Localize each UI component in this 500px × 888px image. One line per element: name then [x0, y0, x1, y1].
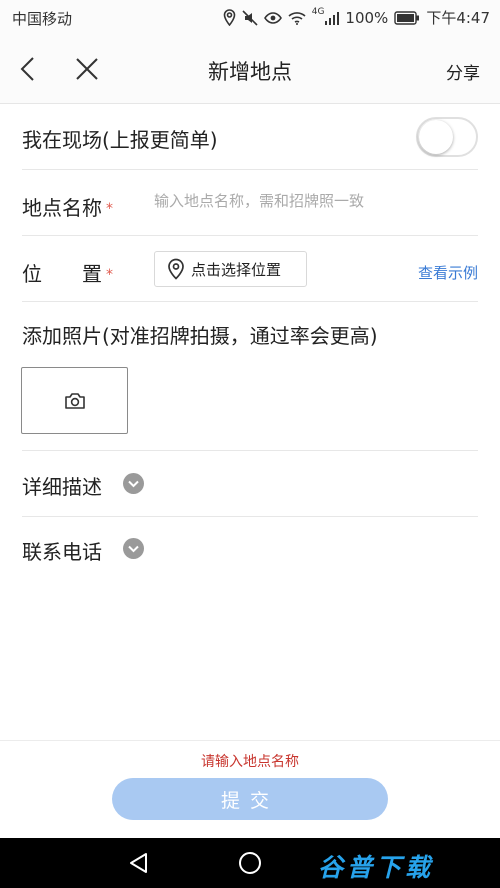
select-location-button[interactable]: 点击选择位置 [154, 251, 307, 287]
carrier-name: 中国移动 [12, 10, 73, 28]
close-icon[interactable] [72, 54, 102, 84]
place-name-label-text: 地点名称 [22, 196, 102, 220]
signal-icon [325, 11, 340, 25]
place-name-label: 地点名称 * [22, 192, 113, 221]
onsite-label: 我在现场(上报更简单) [22, 128, 218, 152]
location-row: 位 置 * 点击选择位置 查看示例 [0, 236, 500, 302]
add-photo-label: 添加照片(对准招牌拍摄，通过率会更高) [22, 324, 378, 348]
location-pin-icon [168, 258, 184, 280]
place-name-input[interactable] [154, 192, 474, 210]
mute-icon [242, 9, 258, 26]
chevron-down-icon[interactable] [123, 538, 144, 559]
toggle-knob [419, 120, 453, 154]
location-status-icon [223, 9, 236, 26]
details-label: 详细描述 [22, 475, 102, 499]
submit-button[interactable]: 提交 [112, 778, 388, 820]
phone-row[interactable]: 联系电话 [0, 516, 500, 582]
back-icon[interactable] [14, 54, 44, 84]
select-location-label: 点击选择位置 [191, 260, 282, 279]
clock: 下午4:47 [426, 9, 490, 27]
footer: 请输入地点名称 提交 [0, 740, 500, 838]
battery-percent: 100% [345, 8, 389, 27]
watermark-logo: 谷普下载 [318, 853, 435, 882]
battery-icon [394, 10, 420, 25]
nav-bar: 新增地点 分享 [0, 34, 500, 104]
details-row[interactable]: 详细描述 [0, 451, 500, 517]
required-mark: * [106, 201, 113, 217]
divider [22, 301, 478, 302]
wifi-icon [288, 11, 306, 25]
onsite-toggle[interactable] [416, 117, 478, 157]
view-example-link[interactable]: 查看示例 [418, 262, 478, 283]
onsite-row: 我在现场(上报更简单) [0, 104, 500, 170]
location-label-text: 位 置 [22, 262, 102, 286]
status-icons: 4G 100% 下午4:47 [223, 7, 490, 28]
location-label: 位 置 * [22, 258, 113, 287]
system-home-icon[interactable] [238, 851, 262, 879]
add-photo-button[interactable] [21, 367, 128, 434]
system-back-icon[interactable] [128, 852, 150, 878]
network-type: 4G [311, 7, 325, 17]
validation-error: 请输入地点名称 [201, 754, 299, 770]
share-button[interactable]: 分享 [446, 59, 480, 84]
camera-icon [64, 392, 85, 409]
required-mark: * [106, 267, 113, 283]
status-bar: 中国移动 4G 100% 下午4:47 [0, 0, 500, 34]
system-nav-bar: 谷普下载 [0, 838, 500, 888]
chevron-down-icon[interactable] [123, 473, 144, 494]
eye-icon [263, 11, 282, 24]
place-name-row: 地点名称 * [0, 170, 500, 236]
phone-label: 联系电话 [22, 540, 102, 564]
